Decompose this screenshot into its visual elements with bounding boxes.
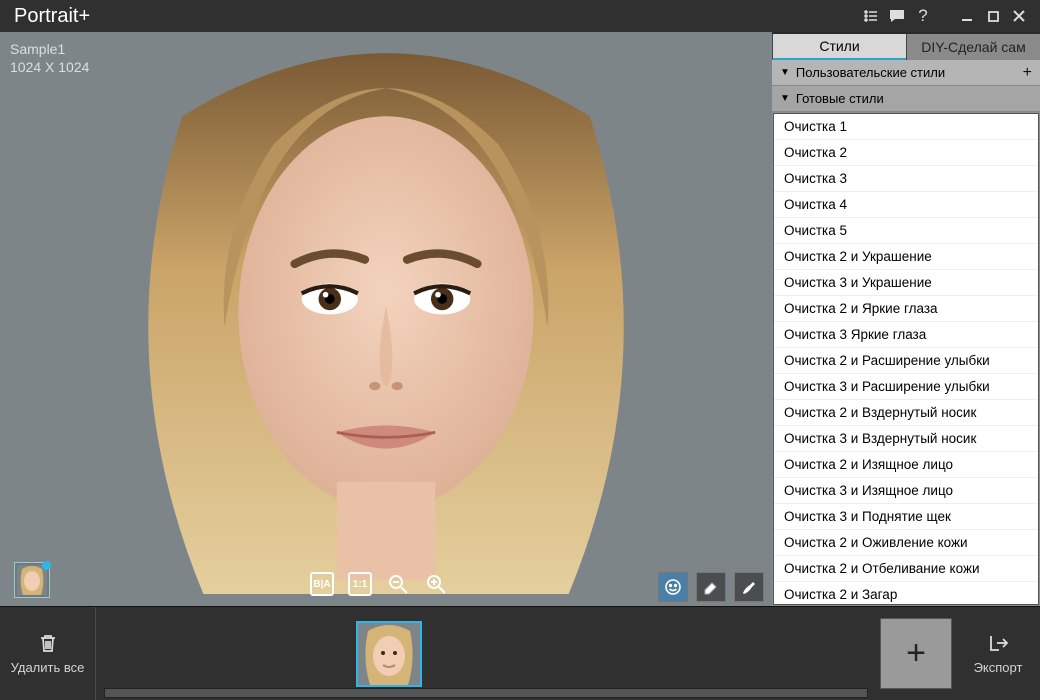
help-icon[interactable]: ? xyxy=(910,3,936,29)
zoom-out-icon[interactable] xyxy=(386,572,410,596)
chat-icon[interactable] xyxy=(884,3,910,29)
preset-item[interactable]: Очистка 2 и Отбеливание кожи xyxy=(774,556,1038,582)
sample-info: Sample1 1024 X 1024 xyxy=(10,40,89,76)
minimize-button[interactable] xyxy=(954,3,980,29)
plus-icon: + xyxy=(906,634,926,673)
close-button[interactable] xyxy=(1006,3,1032,29)
chevron-down-icon: ▼ xyxy=(780,67,790,78)
side-tabs: Стили DIY-Сделай сам xyxy=(772,34,1040,60)
app-title: Portrait+ xyxy=(14,5,90,28)
preset-item[interactable]: Очистка 2 и Загар xyxy=(774,582,1038,605)
add-style-icon[interactable]: + xyxy=(1023,64,1032,82)
before-after-icon[interactable]: B|A xyxy=(310,572,334,596)
export-label: Экспорт xyxy=(974,660,1023,675)
section-ready-styles[interactable]: ▼ Готовые стили xyxy=(772,86,1040,112)
badge-dot xyxy=(42,561,51,570)
footer: Удалить все + Экспорт xyxy=(0,606,1040,700)
eraser-tool-icon[interactable] xyxy=(696,572,726,602)
export-icon xyxy=(987,632,1009,654)
preset-item[interactable]: Очистка 2 и Вздернутый носик xyxy=(774,400,1038,426)
preset-item[interactable]: Очистка 2 и Изящное лицо xyxy=(774,452,1038,478)
brush-tool-icon[interactable] xyxy=(734,572,764,602)
smile-tool-icon[interactable] xyxy=(658,572,688,602)
preset-item[interactable]: Очистка 3 и Украшение xyxy=(774,270,1038,296)
maximize-button[interactable] xyxy=(980,3,1006,29)
list-icon[interactable] xyxy=(858,3,884,29)
preset-item[interactable]: Очистка 3 и Поднятие щек xyxy=(774,504,1038,530)
delete-all-button[interactable]: Удалить все xyxy=(0,607,96,700)
preset-item[interactable]: Очистка 2 и Расширение улыбки xyxy=(774,348,1038,374)
face-thumb[interactable] xyxy=(14,562,50,598)
add-image-button[interactable]: + xyxy=(880,618,952,689)
preset-item[interactable]: Очистка 2 и Оживление кожи xyxy=(774,530,1038,556)
trash-icon xyxy=(37,632,59,654)
actual-size-icon[interactable]: 1:1 xyxy=(348,572,372,596)
viewer-pane: Sample1 1024 X 1024 xyxy=(0,32,772,606)
tab-diy[interactable]: DIY-Сделай сам xyxy=(906,34,1040,60)
preset-item[interactable]: Очистка 4 xyxy=(774,192,1038,218)
zoom-in-icon[interactable] xyxy=(424,572,448,596)
delete-all-label: Удалить все xyxy=(11,660,85,675)
preset-list[interactable]: Очистка 1Очистка 2Очистка 3Очистка 4Очис… xyxy=(773,113,1039,605)
titlebar: Portrait+ ? xyxy=(0,0,1040,32)
preset-item[interactable]: Очистка 1 xyxy=(774,114,1038,140)
preset-item[interactable]: Очистка 2 и Украшение xyxy=(774,244,1038,270)
image-stage[interactable] xyxy=(105,32,667,594)
preset-item[interactable]: Очистка 2 и Яркие глаза xyxy=(774,296,1038,322)
preset-item[interactable]: Очистка 3 и Вздернутый носик xyxy=(774,426,1038,452)
tab-styles[interactable]: Стили xyxy=(772,34,906,60)
preset-item[interactable]: Очистка 5 xyxy=(774,218,1038,244)
sample-dims: 1024 X 1024 xyxy=(10,58,89,76)
preset-item[interactable]: Очистка 2 xyxy=(774,140,1038,166)
preset-item[interactable]: Очистка 3 и Изящное лицо xyxy=(774,478,1038,504)
filmstrip-scrollbar[interactable] xyxy=(104,688,868,698)
filmstrip[interactable] xyxy=(96,607,876,700)
preset-item[interactable]: Очистка 3 Яркие глаза xyxy=(774,322,1038,348)
right-tools xyxy=(658,572,764,602)
section-ready-label: Готовые стили xyxy=(796,91,884,106)
main-area: Sample1 1024 X 1024 xyxy=(0,32,1040,606)
sample-name: Sample1 xyxy=(10,40,89,58)
export-button[interactable]: Экспорт xyxy=(956,607,1040,700)
section-user-styles[interactable]: ▼ Пользовательские стили + xyxy=(772,60,1040,86)
section-user-label: Пользовательские стили xyxy=(796,65,945,80)
filmstrip-thumb[interactable] xyxy=(356,621,422,687)
preset-item[interactable]: Очистка 3 xyxy=(774,166,1038,192)
chevron-down-icon: ▼ xyxy=(780,93,790,104)
side-panel: Стили DIY-Сделай сам ▼ Пользовательские … xyxy=(772,32,1040,606)
preset-item[interactable]: Очистка 3 и Расширение улыбки xyxy=(774,374,1038,400)
